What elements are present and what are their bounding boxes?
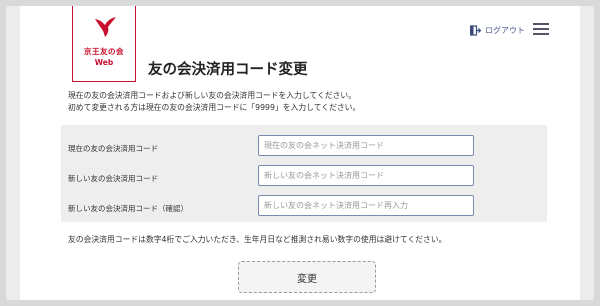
form-row-new-code: 新しい友の会決済用コード <box>61 161 547 193</box>
form-row-confirm-code: 新しい友の会決済用コード（確認） <box>61 191 547 223</box>
logout-icon <box>470 24 481 36</box>
page-title: 友の会決済用コード変更 <box>148 62 308 78</box>
browser-frame: 京王友の会 Web ログアウト 友の会決済用コード変更 現在の友の会決済用コード… <box>6 6 594 300</box>
new-code-input[interactable] <box>258 165 474 186</box>
page-content: 京王友の会 Web ログアウト 友の会決済用コード変更 現在の友の会決済用コード… <box>20 6 580 300</box>
description-line-2: 初めて変更される方は現在の友の会決済用コードに「9999」を入力してください。 <box>68 103 361 112</box>
hamburger-menu-icon[interactable] <box>533 23 549 35</box>
logo-name: 京王友の会 <box>84 47 124 56</box>
confirm-code-input[interactable] <box>258 195 474 216</box>
logout-label: ログアウト <box>485 25 525 35</box>
current-code-input[interactable] <box>258 135 474 156</box>
bird-logo-icon <box>95 17 116 37</box>
new-code-label: 新しい友の会決済用コード <box>68 174 158 183</box>
current-code-label: 現在の友の会決済用コード <box>68 144 158 153</box>
form-row-current-code: 現在の友の会決済用コード <box>61 131 547 163</box>
site-logo[interactable]: 京王友の会 Web <box>72 6 136 82</box>
description-line-1: 現在の友の会決済用コードおよび新しい友の会決済用コードを入力してください。 <box>68 91 357 100</box>
code-note: 友の会決済用コードは数字4桁でご入力いただき、生年月日など推測され易い数字の使用… <box>68 235 447 244</box>
logout-link[interactable]: ログアウト <box>470 23 525 37</box>
confirm-code-label: 新しい友の会決済用コード（確認） <box>68 204 188 213</box>
change-button[interactable]: 変更 <box>238 261 376 293</box>
code-change-form: 現在の友の会決済用コード 新しい友の会決済用コード 新しい友の会決済用コード（確… <box>61 125 547 222</box>
logo-web-text: Web <box>94 58 114 67</box>
